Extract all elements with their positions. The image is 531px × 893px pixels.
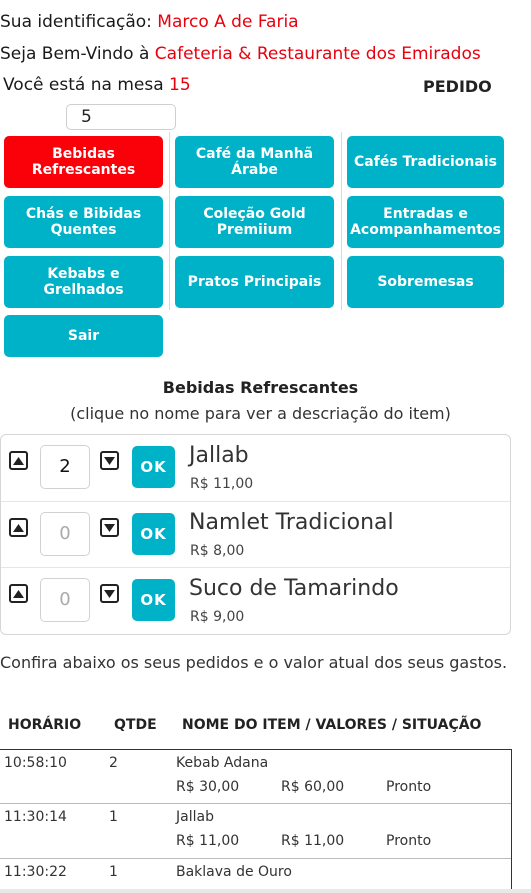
order-unit-price: R$ 11,00 (176, 833, 240, 849)
grid-divider (341, 132, 342, 310)
qty-up-icon[interactable] (9, 451, 28, 470)
welcome-label: Seja Bem-Vindo à (0, 44, 155, 64)
scroll-edge (0, 889, 531, 893)
table-label: Você está na mesa (3, 75, 170, 95)
order-status: Pronto (386, 833, 432, 849)
order-total: R$ 11,00 (281, 833, 345, 849)
category-entradas-button[interactable]: Entradas e Acompanhamentos (347, 196, 504, 248)
header-time: HORÁRIO (8, 717, 82, 733)
quantity-field[interactable]: 0 (40, 578, 90, 622)
item-name-link[interactable]: Jallab (189, 443, 249, 468)
qty-up-icon[interactable] (9, 518, 28, 537)
order-status: Pronto (386, 779, 432, 795)
ok-button[interactable]: OK (132, 579, 175, 621)
identification-label: Sua identificação: (0, 12, 158, 32)
category-sobremesas-button[interactable]: Sobremesas (347, 256, 504, 308)
qty-down-icon[interactable] (100, 518, 119, 537)
item-price: R$ 8,00 (190, 543, 245, 559)
category-cafe-da-manha-button[interactable]: Café da Manhã Árabe (175, 136, 334, 188)
restaurant-name: Cafeteria & Restaurante dos Emirados (154, 44, 481, 64)
item-name-link[interactable]: Suco de Tamarindo (189, 576, 399, 601)
order-unit-price: R$ 30,00 (176, 779, 240, 795)
section-subtitle: (clique no nome para ver a descriação do… (70, 404, 451, 423)
order-time: 11:30:14 (4, 809, 67, 825)
identification-line: Sua identificação: Marco A de Faria (0, 12, 299, 32)
item-price: R$ 9,00 (190, 609, 245, 625)
quantity-field[interactable]: 0 (40, 512, 90, 556)
qty-down-icon[interactable] (100, 584, 119, 603)
table-row: 11:30:22 1 Baklava de Ouro (0, 859, 511, 889)
table-number-input[interactable]: 5 (66, 104, 176, 130)
grid-divider (169, 132, 170, 310)
item-price: R$ 11,00 (190, 476, 254, 492)
orders-table: 10:58:10 2 Kebab Adana R$ 30,00 R$ 60,00… (0, 749, 512, 889)
user-name: Marco A de Faria (157, 12, 299, 32)
quantity-field[interactable]: 2 (40, 445, 90, 489)
order-item: Baklava de Ouro (176, 864, 292, 880)
menu-items-list: 2 OK Jallab R$ 11,00 0 OK Namlet Tradici… (0, 434, 511, 635)
qty-up-icon[interactable] (9, 584, 28, 603)
section-title: Bebidas Refrescantes (162, 378, 359, 397)
header-item: NOME DO ITEM / VALORES / SITUAÇÃO (182, 717, 482, 733)
table-row: 10:58:10 2 Kebab Adana R$ 30,00 R$ 60,00… (0, 750, 511, 804)
ok-button[interactable]: OK (132, 513, 175, 555)
menu-item: 2 OK Jallab R$ 11,00 (1, 435, 510, 501)
category-pratos-principais-button[interactable]: Pratos Principais (175, 256, 334, 308)
exit-button[interactable]: Sair (4, 315, 163, 357)
category-cafes-tradicionais-button[interactable]: Cafés Tradicionais (347, 136, 504, 188)
menu-item: 0 OK Suco de Tamarindo R$ 9,00 (1, 567, 510, 634)
category-bebidas-refrescantes-button[interactable]: Bebidas Refrescantes (4, 136, 163, 188)
order-qty: 1 (109, 809, 118, 825)
qty-down-icon[interactable] (100, 451, 119, 470)
category-colecao-gold-button[interactable]: Coleção Gold Premiium (175, 196, 334, 248)
order-qty: 2 (109, 755, 118, 771)
ok-button[interactable]: OK (132, 446, 175, 488)
order-total: R$ 60,00 (281, 779, 345, 795)
order-qty: 1 (109, 864, 118, 880)
table-line: Você está na mesa 15 (3, 75, 191, 95)
order-item: Jallab (176, 809, 214, 825)
order-time: 10:58:10 (4, 755, 67, 771)
category-kebabs-button[interactable]: Kebabs e Grelhados (4, 256, 163, 308)
item-name-link[interactable]: Namlet Tradicional (189, 510, 394, 535)
pedido-heading: PEDIDO (423, 77, 492, 96)
orders-intro: Confira abaixo os seus pedidos e o valor… (0, 653, 508, 672)
order-time: 11:30:22 (4, 864, 67, 880)
table-row: 11:30:14 1 Jallab R$ 11,00 R$ 11,00 Pron… (0, 804, 511, 859)
order-item: Kebab Adana (176, 755, 269, 771)
menu-item: 0 OK Namlet Tradicional R$ 8,00 (1, 501, 510, 568)
table-number: 15 (169, 75, 191, 95)
category-chas-button[interactable]: Chás e Bibidas Quentes (4, 196, 163, 248)
welcome-line: Seja Bem-Vindo à Cafeteria & Restaurante… (0, 44, 481, 64)
header-qty: QTDE (114, 717, 157, 733)
